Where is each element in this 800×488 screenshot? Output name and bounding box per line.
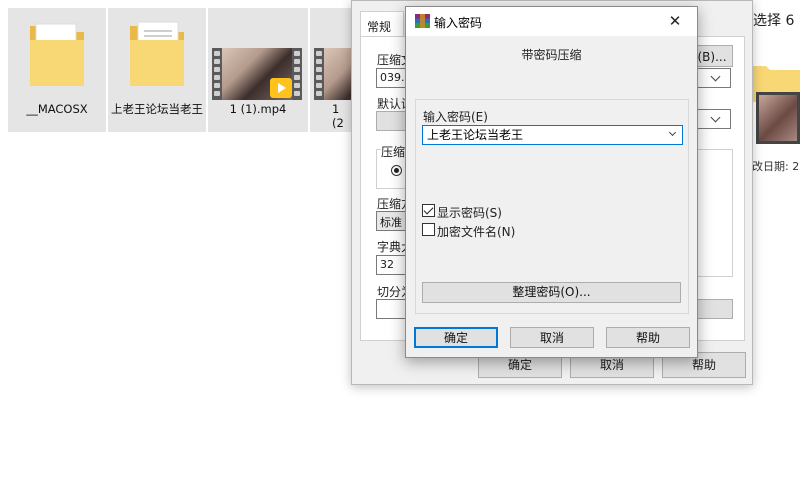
video-frame: [324, 48, 354, 100]
title-bar[interactable]: 输入密码 ✕: [406, 7, 697, 36]
film-strip: [314, 48, 324, 100]
folder-icon: [130, 21, 184, 86]
encrypt-names-checkbox[interactable]: [422, 223, 435, 236]
split-input[interactable]: [376, 299, 408, 319]
film-strip: [292, 48, 302, 100]
format-group-label: 压缩: [381, 143, 406, 160]
dialog-title: 输入密码: [434, 16, 483, 30]
chevron-down-icon: [710, 112, 721, 123]
video-thumbnail: [212, 48, 302, 100]
file-item-folder[interactable]: 上老王论坛当老王: [108, 8, 206, 132]
film-strip: [212, 48, 222, 100]
file-label: __MACOSX: [26, 102, 88, 116]
encrypt-names-label: 加密文件名(N): [437, 225, 516, 239]
help-button[interactable]: 帮助: [606, 327, 690, 348]
file-item-video-2[interactable]: 1 (2: [310, 8, 354, 132]
close-icon[interactable]: ✕: [653, 7, 697, 36]
video-thumbnail: [314, 48, 354, 100]
password-value: 上老王论坛当老王: [427, 128, 524, 142]
chevron-down-icon: [710, 71, 721, 82]
ok-button[interactable]: 确定: [414, 327, 498, 348]
profiles-button[interactable]: [376, 111, 406, 131]
dictionary-select[interactable]: 32: [376, 255, 408, 275]
modified-date-label: 改日期: 2: [752, 160, 800, 173]
preview-image: [756, 92, 800, 144]
winrar-icon: [415, 14, 430, 28]
dialog-subtitle: 带密码压缩: [521, 48, 582, 62]
play-icon: [270, 78, 292, 98]
preview-thumbnail: [752, 62, 800, 152]
file-label: 1 (1).mp4: [229, 102, 287, 116]
file-item-macosx[interactable]: __MACOSX: [8, 8, 106, 132]
organize-passwords-button[interactable]: 整理密码(O)...: [422, 282, 681, 303]
file-item-video-1[interactable]: 1 (1).mp4: [208, 8, 308, 132]
password-label: 输入密码(E): [423, 110, 488, 124]
show-password-checkbox[interactable]: [422, 204, 435, 217]
password-input[interactable]: 上老王论坛当老王: [422, 125, 683, 145]
method-select[interactable]: 标准: [376, 211, 408, 231]
chevron-down-icon[interactable]: [668, 128, 677, 137]
selection-count: 选择 6: [753, 13, 795, 29]
cancel-button[interactable]: 取消: [510, 327, 594, 348]
folder-icon: [30, 23, 84, 86]
password-dialog: 输入密码 ✕ 带密码压缩 输入密码(E) 上老王论坛当老王 显示密码(S) 加密…: [405, 6, 698, 358]
format-radio[interactable]: [391, 165, 402, 176]
tab-general[interactable]: 常规: [360, 11, 404, 37]
show-password-label: 显示密码(S): [437, 206, 502, 220]
file-label: 上老王论坛当老王: [111, 102, 203, 116]
